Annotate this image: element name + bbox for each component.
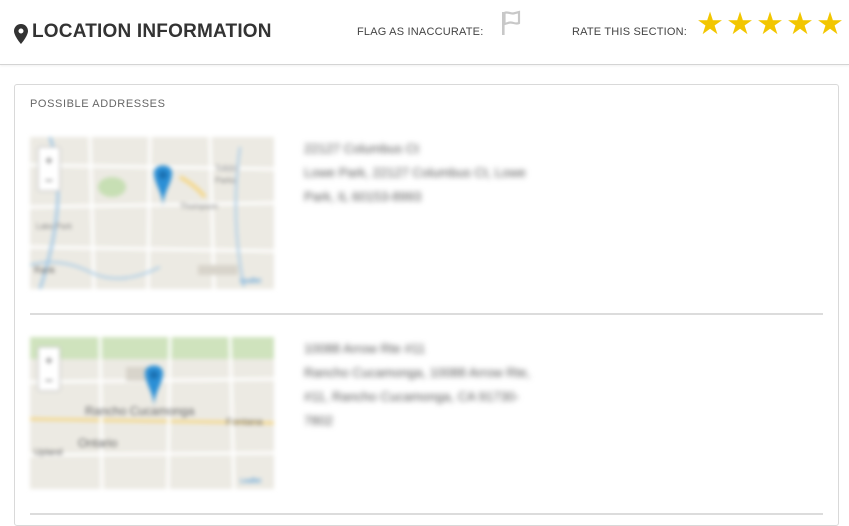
star-rating[interactable]: ★ ★ ★ ★ ★ [695,6,845,42]
address-line: 7802 [304,413,333,428]
star-3[interactable]: ★ [755,6,785,42]
map-thumbnail[interactable]: + − Tolldin Parks Lake Park Thompson Ran… [30,137,274,289]
svg-text:Leaflet: Leaflet [240,478,261,485]
address-item: + − Rancho Cucamonga Fontana Ontario Upl… [30,337,823,515]
address-item: + − Tolldin Parks Lake Park Thompson Ran… [30,137,823,315]
address-line: #11, Rancho Cucamonga, CA 91730- [304,389,520,404]
svg-text:Thompson: Thompson [180,202,218,211]
svg-text:−: − [45,372,53,388]
map-thumbnail[interactable]: + − Rancho Cucamonga Fontana Ontario Upl… [30,337,274,489]
svg-text:Rank: Rank [34,265,56,275]
section-label: POSSIBLE ADDRESSES [30,98,166,110]
addresses-panel: POSSIBLE ADDRESSES + − Tolldin Parks Lak… [14,84,839,526]
page-title: LOCATION INFORMATION [32,21,272,42]
svg-text:Lake Park: Lake Park [36,222,73,231]
svg-text:−: − [45,172,53,188]
divider [30,513,823,515]
address-line: 22127 Columbus Ct [304,141,419,156]
address-line: Lowe Park, 22127 Columbus Ct, Lowe [304,165,526,180]
svg-text:Ontario: Ontario [78,436,118,450]
address-text[interactable]: 10088 Arrow Rte #11 Rancho Cucamonga, 10… [304,337,554,433]
address-line: Rancho Cucamonga, 10088 Arrow Rte, [304,365,531,380]
flag-icon[interactable] [500,10,522,36]
svg-text:Fontana: Fontana [226,417,263,428]
section-header: LOCATION INFORMATION FLAG AS INACCURATE:… [0,0,849,65]
title-wrap: LOCATION INFORMATION [14,20,272,44]
address-line: 10088 Arrow Rte #11 [304,341,426,356]
svg-text:Parks: Parks [215,176,235,185]
divider [30,313,823,315]
star-1[interactable]: ★ [695,6,725,42]
star-5[interactable]: ★ [815,6,845,42]
svg-text:Upland: Upland [34,447,63,457]
svg-text:Tolldin: Tolldin [215,164,238,173]
svg-text:+: + [45,352,53,368]
address-text[interactable]: 22127 Columbus Ct Lowe Park, 22127 Colum… [304,137,554,209]
address-line: Park, IL 60153-8993 [304,189,422,204]
star-4[interactable]: ★ [785,6,815,42]
map-pin-icon [14,24,28,44]
svg-text:Leaflet: Leaflet [240,278,261,285]
rate-label: RATE THIS SECTION: [572,26,688,38]
star-2[interactable]: ★ [725,6,755,42]
flag-label: FLAG AS INACCURATE: [357,26,484,38]
svg-text:+: + [45,152,53,168]
svg-text:Rancho Cucamonga: Rancho Cucamonga [85,404,195,418]
